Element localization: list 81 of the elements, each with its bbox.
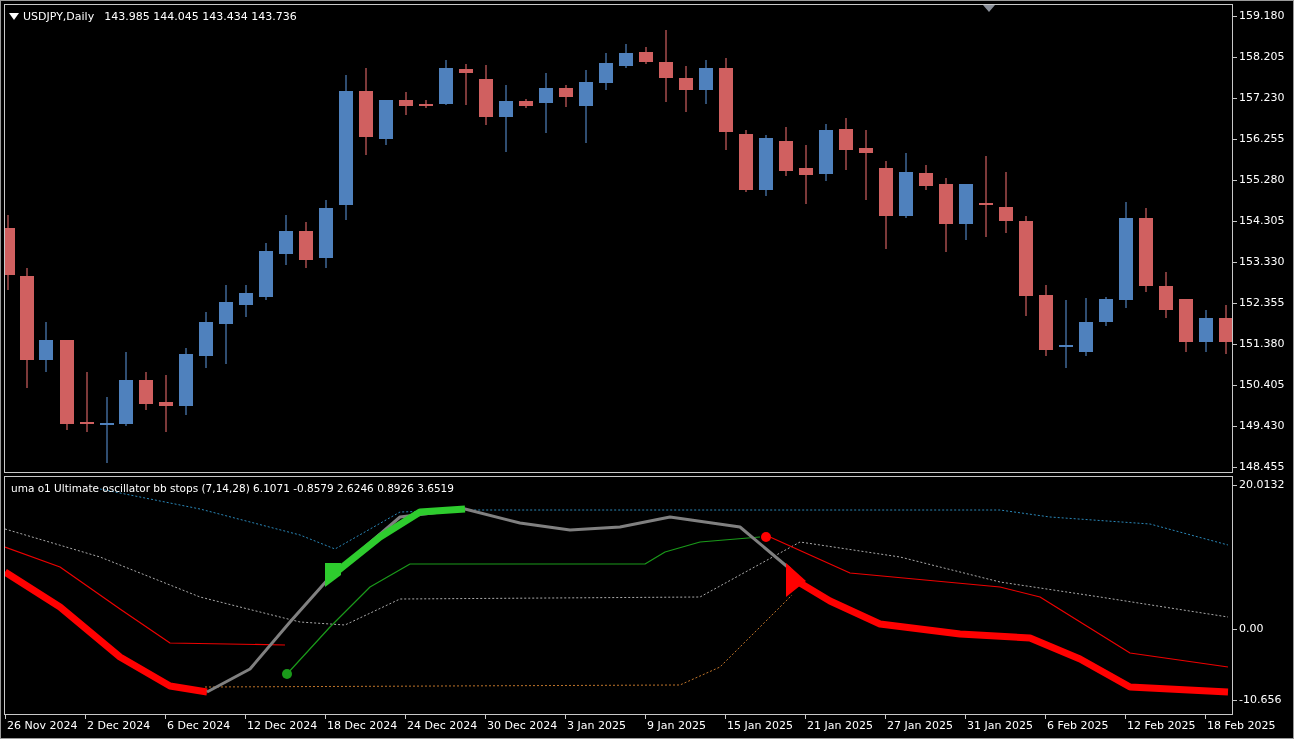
date-axis-label: 6 Feb 2025 [1046, 719, 1109, 732]
candlestick [899, 152, 913, 219]
date-axis-label: 15 Jan 2025 [726, 719, 793, 732]
date-axis-label: 2 Dec 2024 [86, 719, 151, 732]
indicator-axis-label: -10.656 [1239, 694, 1282, 706]
candlestick [179, 347, 193, 416]
date-axis-label: 3 Jan 2025 [566, 719, 626, 732]
candlestick [639, 46, 653, 65]
candlestick [139, 371, 153, 411]
date-axis-label: 18 Dec 2024 [326, 719, 398, 732]
price-axis-label: 151.380 [1239, 338, 1285, 350]
candlestick [859, 129, 873, 201]
date-axis-label: 12 Feb 2025 [1126, 719, 1196, 732]
candlestick [839, 117, 853, 171]
candlestick [619, 43, 633, 69]
date-axis-label: 18 Feb 2025 [1206, 719, 1276, 732]
candlestick [799, 144, 813, 205]
date-axis-label: 9 Jan 2025 [646, 719, 706, 732]
candlestick [919, 164, 933, 191]
date-axis-label: 31 Jan 2025 [966, 719, 1033, 732]
candlestick [459, 63, 473, 106]
candlestick [1059, 299, 1073, 369]
candlestick [759, 134, 773, 197]
ohlc-values: 143.985 144.045 143.434 143.736 [104, 10, 297, 23]
candlestick [1099, 296, 1113, 327]
candlestick [239, 284, 253, 318]
candlestick [679, 65, 693, 113]
candlestick [1179, 298, 1193, 353]
candlestick [199, 311, 213, 369]
candlestick [499, 84, 513, 153]
price-axis-label: 152.355 [1239, 297, 1285, 309]
candlestick [739, 129, 753, 193]
price-axis-label: 155.280 [1239, 174, 1285, 186]
candlestick [959, 183, 973, 241]
indicator-axis-label: 0.00 [1239, 623, 1264, 635]
candlestick [699, 59, 713, 105]
candlestick [399, 91, 413, 116]
candlestick [319, 199, 333, 269]
candlestick [259, 242, 273, 301]
date-axis-label: 12 Dec 2024 [246, 719, 318, 732]
candlestick [999, 171, 1013, 234]
candlestick [1199, 309, 1213, 353]
candlestick [299, 221, 313, 269]
date-axis-label: 26 Nov 2024 [6, 719, 78, 732]
candlestick [100, 396, 114, 464]
candlestick [819, 123, 833, 182]
indicator-title: uma o1 Ultimate oscillator bb stops (7,14,28) 6.1071 -0.8579 2.6246 0.8926 3.6519 [11, 482, 454, 494]
candlestick [1159, 271, 1173, 319]
date-axis-label: 27 Jan 2025 [886, 719, 953, 732]
candlestick [519, 98, 533, 109]
price-axis-label: 156.255 [1239, 133, 1285, 145]
candlestick [159, 374, 173, 433]
date-axis-label: 30 Dec 2024 [486, 719, 558, 732]
price-axis-label: 154.305 [1239, 215, 1285, 227]
chart-shift-icon[interactable] [983, 5, 995, 12]
price-axis-label: 159.180 [1239, 10, 1285, 22]
candlestick [279, 214, 293, 266]
candlestick [439, 59, 453, 106]
candlestick [419, 99, 433, 109]
price-axis-label: 157.230 [1239, 92, 1285, 104]
price-axis-label: 150.405 [1239, 379, 1285, 391]
price-axis-label: 148.455 [1239, 461, 1285, 473]
dropdown-triangle-icon[interactable] [9, 13, 19, 20]
candlestick [379, 99, 393, 146]
candlestick [1079, 297, 1093, 357]
price-axis-label: 153.330 [1239, 256, 1285, 268]
date-axis-label: 24 Dec 2024 [406, 719, 478, 732]
price-axis-label: 158.205 [1239, 51, 1285, 63]
candlestick [80, 371, 94, 433]
date-axis-label: 6 Dec 2024 [166, 719, 231, 732]
date-axis-label: 21 Jan 2025 [806, 719, 873, 732]
candlestick [39, 321, 53, 373]
candlestick [1219, 304, 1232, 355]
candlestick [479, 64, 493, 126]
candlestick [779, 126, 793, 177]
candlestick [539, 72, 553, 134]
indicator-axis-label: 20.0132 [1239, 479, 1285, 491]
price-axis-label: 149.430 [1239, 420, 1285, 432]
candlestick [599, 52, 613, 91]
candlestick [559, 84, 573, 108]
symbol-label: USDJPY,Daily [23, 10, 95, 23]
